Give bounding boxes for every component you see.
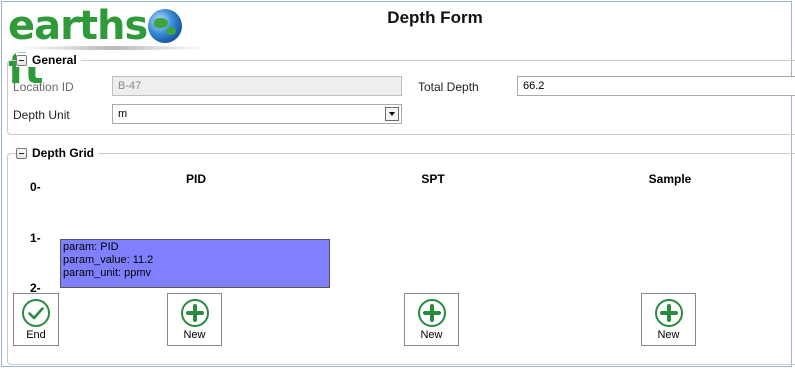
total-depth-label: Total Depth (418, 80, 479, 94)
new-pid-button-label: New (183, 329, 206, 341)
end-button[interactable]: End (13, 293, 59, 346)
new-sample-button[interactable]: New (641, 293, 696, 346)
end-button-label: End (26, 329, 46, 341)
logo-swoosh (18, 46, 208, 50)
plus-circle-icon (654, 299, 683, 327)
chevron-down-icon[interactable] (385, 107, 399, 121)
depth-mark-0: 0- (30, 180, 41, 194)
form-title: Depth Form (387, 8, 483, 27)
collapse-general-icon[interactable] (16, 54, 27, 66)
general-section-title: General (32, 53, 77, 67)
depth-grid-section-title: Depth Grid (32, 146, 94, 160)
collapse-depth-grid-icon[interactable] (16, 147, 27, 159)
check-circle-icon (22, 299, 50, 327)
plus-circle-icon (180, 299, 209, 327)
total-depth-field[interactable]: 66.2 (517, 76, 795, 96)
entry-param-value: param_value: 11.2 (63, 254, 154, 266)
new-spt-button-label: New (420, 329, 443, 341)
general-section-header: General (16, 53, 81, 67)
depth-unit-label: Depth Unit (13, 108, 70, 122)
depth-mark-1: 1- (30, 231, 41, 245)
depth-unit-value: m (118, 108, 128, 120)
entry-param: param: PID (63, 241, 119, 253)
location-id-field: B-47 (112, 76, 402, 96)
location-id-label: Location ID (13, 80, 74, 94)
depth-grid-section-header: Depth Grid (16, 146, 98, 160)
plus-circle-icon (417, 299, 446, 327)
entry-param-unit: param_unit: ppmv (63, 267, 152, 279)
new-pid-button[interactable]: New (167, 293, 222, 346)
column-header-sample: Sample (648, 172, 692, 186)
new-sample-button-label: New (657, 329, 680, 341)
new-spt-button[interactable]: New (404, 293, 459, 346)
column-header-spt: SPT (421, 172, 445, 186)
column-header-pid: PID (185, 172, 206, 186)
depth-unit-select[interactable]: m (112, 104, 402, 124)
pid-entry-block[interactable]: param: PID param_value: 11.2 param_unit:… (60, 239, 330, 288)
